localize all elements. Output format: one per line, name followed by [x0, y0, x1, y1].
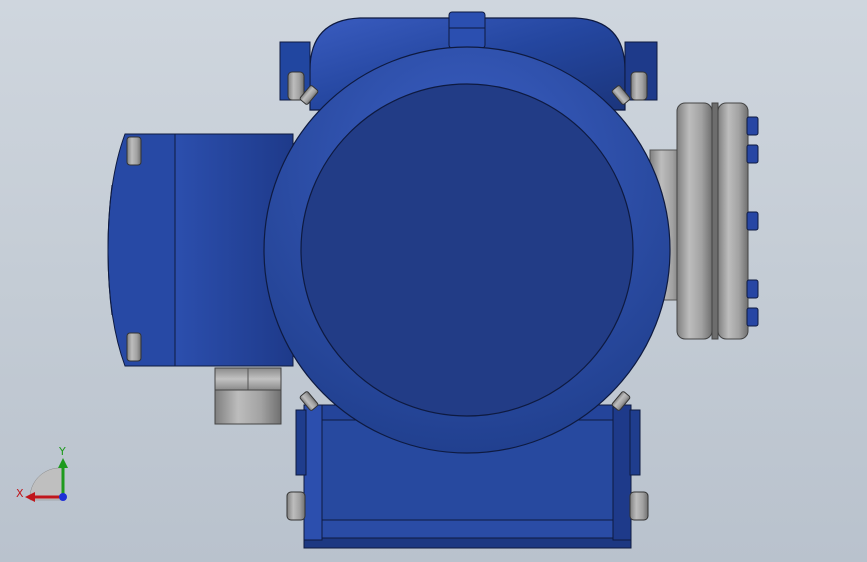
coordinate-triad: Y X [16, 445, 68, 502]
x-axis-label: X [16, 487, 24, 500]
cad-model-view[interactable]: Y X [0, 0, 867, 562]
y-axis-label: Y [58, 445, 66, 458]
model-viewport[interactable]: Y X [0, 0, 867, 562]
y-axis-arrow [58, 458, 68, 468]
conduit-nut [214, 367, 282, 425]
z-axis-dot [59, 493, 67, 501]
main-housing [263, 46, 671, 454]
flange-bolts [746, 116, 759, 327]
